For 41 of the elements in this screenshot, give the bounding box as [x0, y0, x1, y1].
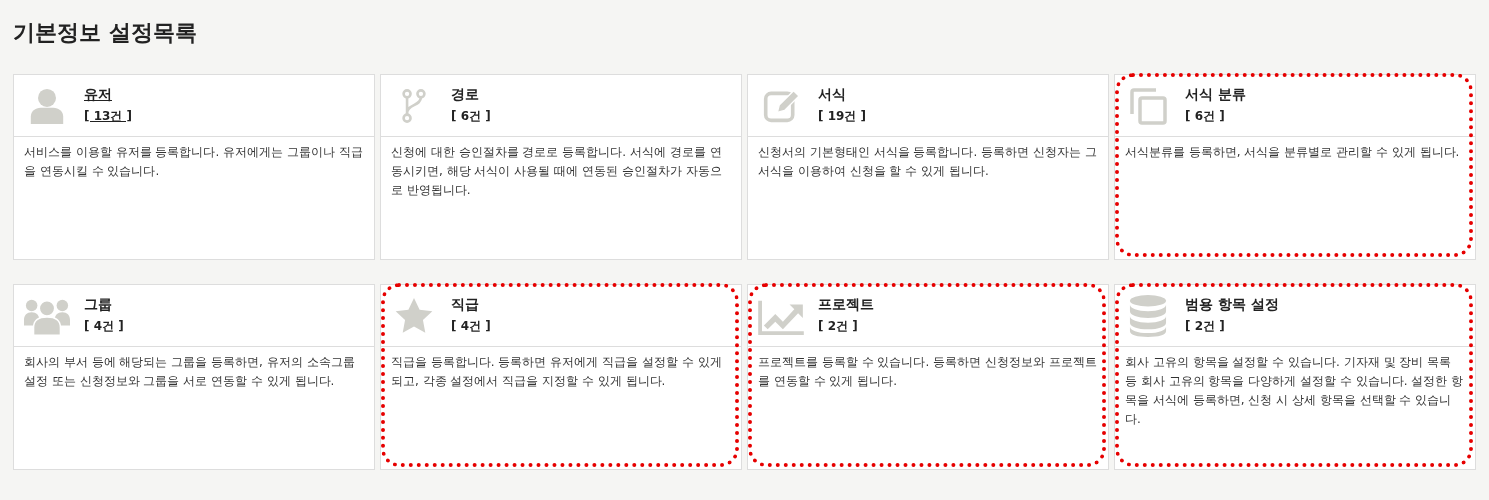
- item-count: [ 2건 ]: [818, 318, 858, 335]
- card-title[interactable]: 범용 항목 설정: [1185, 296, 1279, 314]
- item-count: [ 6건 ]: [451, 108, 491, 125]
- card-description: 서식분류를 등록하면, 서식을 분류별로 관리할 수 있게 됩니다.: [1124, 144, 1461, 161]
- card-title[interactable]: 그룹: [84, 296, 112, 314]
- card-title[interactable]: 서식 분류: [1185, 86, 1246, 104]
- card-title[interactable]: 직급: [451, 296, 479, 314]
- card-description: 직급을 등록합니다. 등록하면 유저에게 직급을 설정할 수 있게 되고, 각종 설정에서 직급을 지정할 수 있게 됩니다.: [390, 354, 723, 390]
- copy-icon: [1130, 87, 1167, 125]
- setting-card[interactable]: 그룹 [ 4건 ] 회사의 부서 등에 해당되는 그룹을 등록하면, 유저의 소속그룹 설정 또는 신청정보와 그룹을 서로 연동할 수 있게 됩니다.: [13, 284, 375, 470]
- item-count: [ 6건 ]: [1185, 108, 1225, 125]
- setting-card[interactable]: 경로 [ 6건 ] 신청에 대한 승인절차를 경로로 등록합니다. 서식에 경로를 연동시키면, 해당 서식이 사용될 때에 연동된 승인절차가 자동으로 반영됩니다.: [380, 74, 742, 260]
- setting-card[interactable]: 프로젝트 [ 2건 ] 프로젝트를 등록할 수 있습니다. 등록하면 신청정보와 프로젝트를 연동할 수 있게 됩니다.: [747, 284, 1109, 470]
- card-description: 신청에 대한 승인절차를 경로로 등록합니다. 서식에 경로를 연동시키면, 해당 서식이 사용될 때에 연동된 승인절차가 자동으로 반영됩니다.: [390, 144, 723, 199]
- item-count: [ 19건 ]: [818, 108, 867, 125]
- star-icon: [395, 297, 433, 333]
- card-description: 서비스를 이용할 유저를 등록합니다. 유저에게는 그룹이나 직급을 연동시킬 수 있습니다.: [23, 144, 364, 180]
- card-description: 회사 고유의 항목을 설정할 수 있습니다. 기자재 및 장비 목록 등 회사 고유의 항목을 다양하게 설정할 수 있습니다. 설정한 항목을 서식에 등록하면, 신청 시 상세 항목을 선택할 수 있습니다.: [1124, 354, 1465, 428]
- card-title[interactable]: 유저: [84, 86, 112, 104]
- user-icon: [30, 88, 64, 124]
- setting-card[interactable]: 서식 분류 [ 6건 ] 서식분류를 등록하면, 서식을 분류별로 관리할 수 있게 됩니다.: [1114, 74, 1476, 260]
- edit-icon: [763, 89, 800, 122]
- branch-icon: [402, 88, 426, 123]
- database-icon: [1129, 294, 1167, 337]
- setting-card[interactable]: 범용 항목 설정 [ 2건 ] 회사 고유의 항목을 설정할 수 있습니다. 기자재 및 장비 목록 등 회사 고유의 항목을 다양하게 설정할 수 있습니다. 설정한 항목을 서식에 등록하면, 신청 시 상세 항목을 선택할 수 있습니다.: [1114, 284, 1476, 470]
- setting-card[interactable]: 서식 [ 19건 ] 신청서의 기본형태인 서식을 등록합니다. 등록하면 신청자는 그 서식을 이용하여 신청을 할 수 있게 됩니다.: [747, 74, 1109, 260]
- card-title[interactable]: 프로젝트: [818, 296, 874, 314]
- item-count: [ 4건 ]: [451, 318, 491, 335]
- item-count: [ 13건 ]: [84, 108, 133, 125]
- chart-icon: [758, 300, 804, 335]
- users-icon: [24, 299, 70, 336]
- setting-card[interactable]: 직급 [ 4건 ] 직급을 등록합니다. 등록하면 유저에게 직급을 설정할 수 있게 되고, 각종 설정에서 직급을 지정할 수 있게 됩니다.: [380, 284, 742, 470]
- card-title[interactable]: 서식: [818, 86, 846, 104]
- item-count: [ 2건 ]: [1185, 318, 1225, 335]
- setting-card[interactable]: 유저 [ 13건 ] 서비스를 이용할 유저를 등록합니다. 유저에게는 그룹이나 직급을 연동시킬 수 있습니다.: [13, 74, 375, 260]
- card-description: 회사의 부서 등에 해당되는 그룹을 등록하면, 유저의 소속그룹 설정 또는 신청정보와 그룹을 서로 연동할 수 있게 됩니다.: [23, 354, 356, 390]
- card-title[interactable]: 경로: [451, 86, 479, 104]
- item-count: [ 4건 ]: [84, 318, 124, 335]
- page-title: 기본정보 설정목록: [13, 19, 198, 47]
- card-description: 프로젝트를 등록할 수 있습니다. 등록하면 신청정보와 프로젝트를 연동할 수 있게 됩니다.: [757, 354, 1098, 390]
- card-description: 신청서의 기본형태인 서식을 등록합니다. 등록하면 신청자는 그 서식을 이용하여 신청을 할 수 있게 됩니다.: [757, 144, 1098, 180]
